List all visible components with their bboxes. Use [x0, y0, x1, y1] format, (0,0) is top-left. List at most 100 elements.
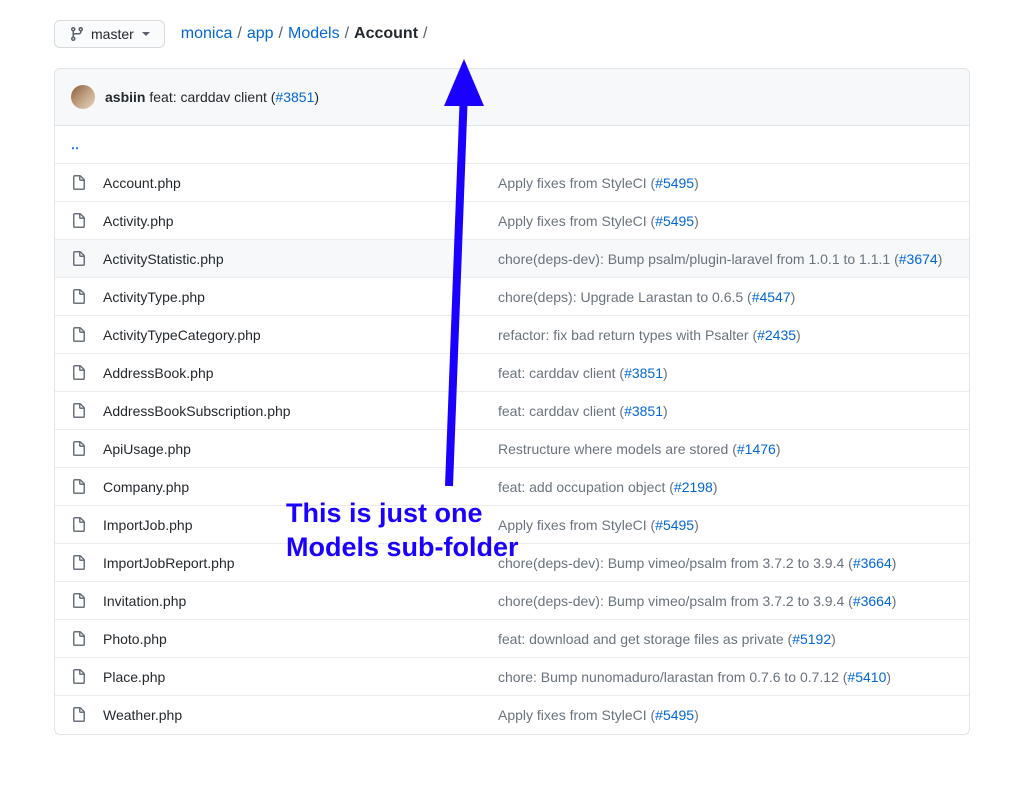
file-row: AddressBookSubscription.php feat: carddav…	[55, 392, 969, 430]
file-icon	[71, 441, 87, 457]
file-row: ActivityStatistic.php chore(deps-dev): Bu…	[55, 240, 969, 278]
pr-link[interactable]: #3674	[899, 251, 938, 267]
commit-message: chore: Bump nunomaduro/larastan from 0.7…	[498, 669, 953, 685]
file-icon	[71, 517, 87, 533]
parent-directory-link[interactable]: ‥	[71, 138, 79, 152]
git-branch-icon	[69, 26, 85, 42]
commit-author[interactable]: asbiin	[105, 89, 145, 105]
pr-link[interactable]: #2435	[757, 327, 796, 343]
breadcrumb-link[interactable]: monica	[181, 25, 233, 43]
branch-selector-button[interactable]: master	[54, 20, 165, 48]
file-row: Place.php chore: Bump nunomaduro/larastan…	[55, 658, 969, 696]
commit-message: Apply fixes from StyleCI (#5495)	[498, 707, 953, 723]
file-link[interactable]: Place.php	[103, 669, 165, 685]
commit-message: chore(deps-dev): Bump vimeo/psalm from 3…	[498, 593, 953, 609]
file-link[interactable]: ActivityStatistic.php	[103, 251, 224, 267]
file-link[interactable]: ApiUsage.php	[103, 441, 191, 457]
file-icon	[71, 631, 87, 647]
commit-message: Restructure where models are stored (#14…	[498, 441, 953, 457]
file-icon	[71, 289, 87, 305]
caret-down-icon	[142, 32, 150, 36]
file-icon	[71, 669, 87, 685]
commit-message: chore(deps-dev): Bump vimeo/psalm from 3…	[498, 555, 953, 571]
file-name: Place.php	[103, 669, 498, 685]
breadcrumb-separator: /	[237, 25, 241, 43]
breadcrumb-link[interactable]: app	[247, 25, 274, 43]
file-name: ActivityType.php	[103, 289, 498, 305]
file-link[interactable]: Weather.php	[103, 707, 182, 723]
pr-link[interactable]: #3664	[853, 555, 892, 571]
commit-message: Apply fixes from StyleCI (#5495)	[498, 517, 953, 533]
pr-link[interactable]: #5495	[655, 517, 694, 533]
file-row: ApiUsage.php Restructure where models are…	[55, 430, 969, 468]
latest-commit-bar: asbiin feat: carddav client (#3851)	[55, 69, 969, 126]
file-link[interactable]: ActivityType.php	[103, 289, 205, 305]
file-link[interactable]: ImportJob.php	[103, 517, 193, 533]
file-link[interactable]: Activity.php	[103, 213, 174, 229]
header-row: master monica / app / Models / Account /	[54, 20, 970, 48]
commit-message: feat: add occupation object (#2198)	[498, 479, 953, 495]
file-link[interactable]: ImportJobReport.php	[103, 555, 235, 571]
file-name: Company.php	[103, 479, 498, 495]
pr-link[interactable]: #5192	[792, 631, 831, 647]
file-link[interactable]: ActivityTypeCategory.php	[103, 327, 261, 343]
breadcrumb-link[interactable]: Models	[288, 25, 340, 43]
file-icon	[71, 555, 87, 571]
file-link[interactable]: Invitation.php	[103, 593, 186, 609]
file-link[interactable]: Photo.php	[103, 631, 167, 647]
file-icon	[71, 327, 87, 343]
file-link[interactable]: AddressBookSubscription.php	[103, 403, 291, 419]
commit-message: Apply fixes from StyleCI (#5495)	[498, 213, 953, 229]
breadcrumb-current: Account	[354, 25, 418, 43]
file-link[interactable]: Company.php	[103, 479, 189, 495]
pr-link[interactable]: #2198	[674, 479, 713, 495]
file-name: AddressBookSubscription.php	[103, 403, 498, 419]
file-icon	[71, 479, 87, 495]
file-name: ApiUsage.php	[103, 441, 498, 457]
author-avatar[interactable]	[71, 85, 95, 109]
pr-link[interactable]: #3664	[853, 593, 892, 609]
pr-link[interactable]: #3851	[624, 403, 663, 419]
pr-link[interactable]: #3851	[275, 89, 314, 105]
pr-link[interactable]: #5495	[655, 175, 694, 191]
file-name: Weather.php	[103, 707, 498, 723]
file-icon	[71, 365, 87, 381]
commit-message: feat: carddav client (#3851)	[149, 89, 319, 105]
pr-link[interactable]: #5495	[655, 707, 694, 723]
file-name: Photo.php	[103, 631, 498, 647]
pr-link[interactable]: #3851	[624, 365, 663, 381]
file-icon	[71, 213, 87, 229]
file-name: ActivityTypeCategory.php	[103, 327, 498, 343]
file-row: ImportJobReport.php chore(deps-dev): Bump…	[55, 544, 969, 582]
commit-summary: asbiin feat: carddav client (#3851)	[105, 89, 319, 105]
file-row: ActivityType.php chore(deps): Upgrade Lar…	[55, 278, 969, 316]
pr-link[interactable]: #5495	[655, 213, 694, 229]
commit-message: feat: carddav client (#3851)	[498, 365, 953, 381]
breadcrumbs: monica / app / Models / Account /	[181, 25, 431, 43]
commit-message: chore(deps): Upgrade Larastan to 0.6.5 (…	[498, 289, 953, 305]
file-row: Account.phpApply fixes from StyleCI (#54…	[55, 164, 969, 202]
parent-directory-row[interactable]: ‥	[55, 126, 969, 164]
file-link[interactable]: AddressBook.php	[103, 365, 214, 381]
pr-link[interactable]: #1476	[737, 441, 776, 457]
file-link[interactable]: Account.php	[103, 175, 181, 191]
file-icon	[71, 251, 87, 267]
file-name: ImportJobReport.php	[103, 555, 498, 571]
file-icon	[71, 593, 87, 609]
commit-message: feat: carddav client (#3851)	[498, 403, 953, 419]
file-row: ImportJob.php Apply fixes from StyleCI (#…	[55, 506, 969, 544]
commit-message: chore(deps-dev): Bump psalm/plugin-larav…	[498, 251, 953, 267]
commit-message: refactor: fix bad return types with Psal…	[498, 327, 953, 343]
pr-link[interactable]: #5410	[847, 669, 886, 685]
breadcrumb-separator: /	[279, 25, 283, 43]
file-row: Company.php feat: add occupation object (…	[55, 468, 969, 506]
file-listing-box: asbiin feat: carddav client (#3851) ‥ Ac…	[54, 68, 970, 735]
file-icon	[71, 403, 87, 419]
file-list: ‥ Account.phpApply fixes from StyleCI (#…	[55, 126, 969, 734]
breadcrumb-separator: /	[345, 25, 349, 43]
breadcrumb-separator: /	[423, 25, 427, 43]
pr-link[interactable]: #4547	[752, 289, 791, 305]
file-row: Weather.php Apply fixes from StyleCI (#54…	[55, 696, 969, 734]
file-row: ActivityTypeCategory.php refactor: fix ba…	[55, 316, 969, 354]
commit-message: feat: download and get storage files as …	[498, 631, 953, 647]
